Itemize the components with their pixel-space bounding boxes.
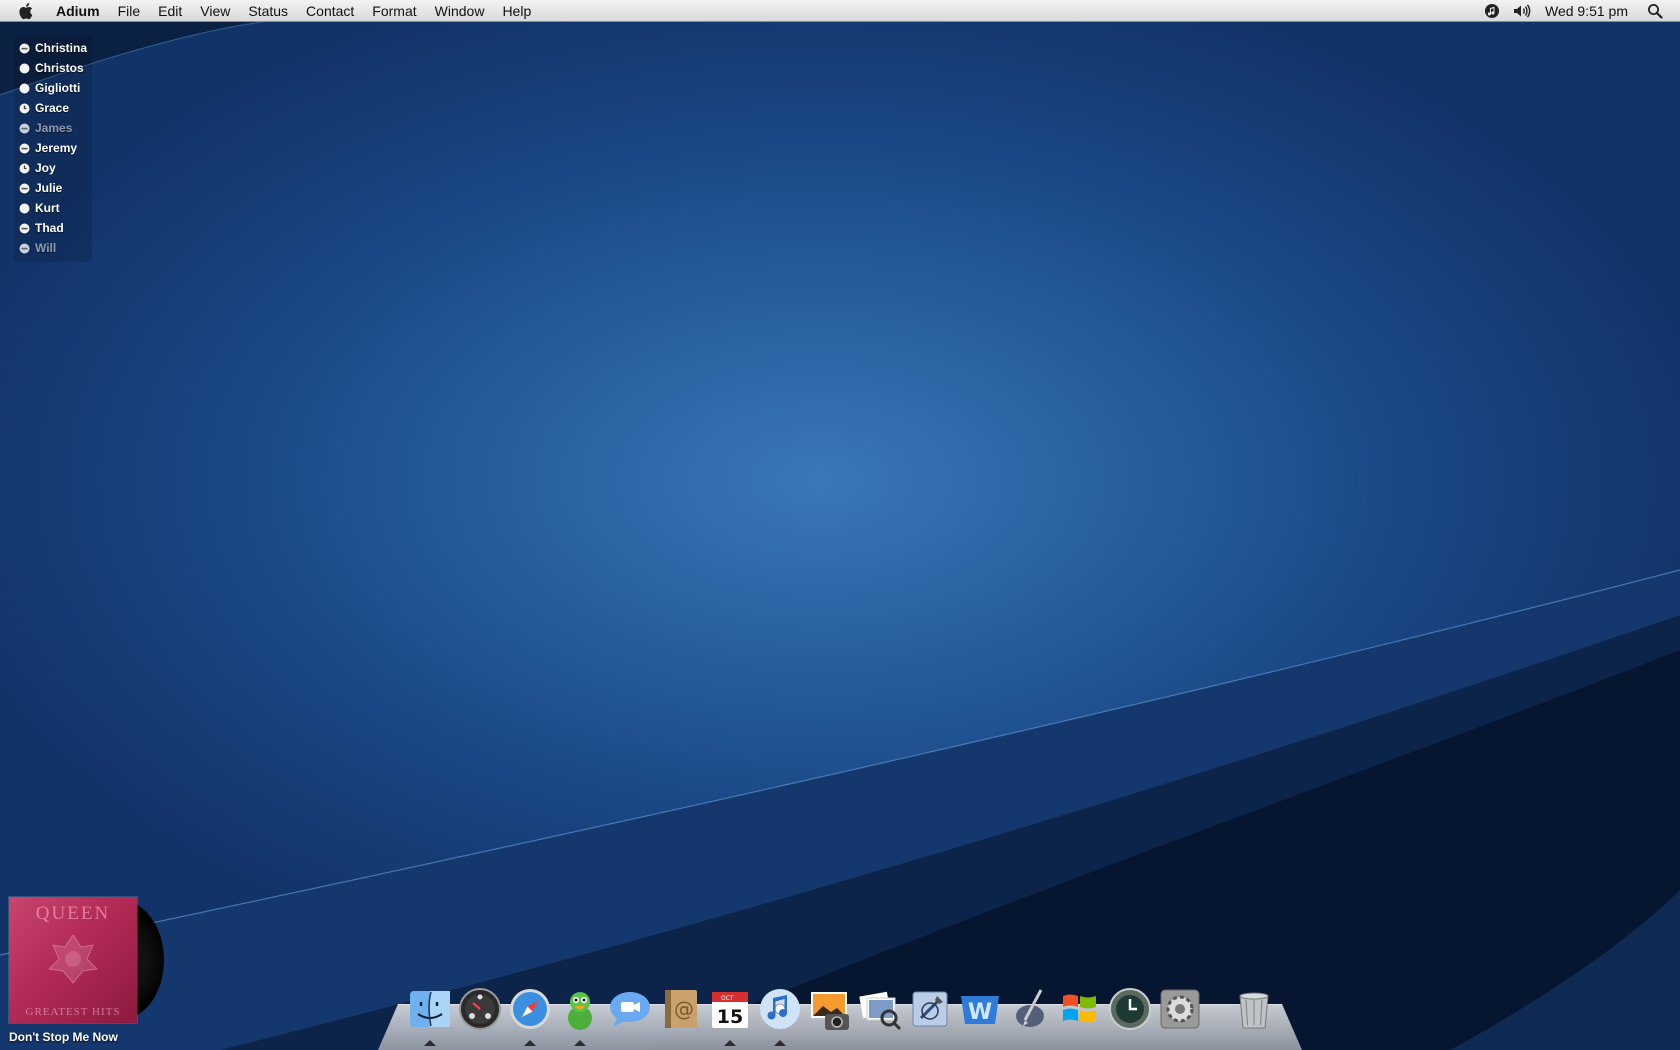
dashboard-icon[interactable] (457, 986, 503, 1032)
contact-gigliotti[interactable]: Gigliotti (14, 78, 92, 98)
contact-name: Christos (35, 61, 84, 75)
available-status-icon (18, 82, 30, 94)
itunes-running-indicator (774, 1040, 786, 1046)
menu-edit[interactable]: Edit (149, 0, 191, 22)
time-machine-icon[interactable] (1107, 986, 1153, 1032)
menu-clock[interactable]: Wed 9:51 pm (1537, 3, 1640, 19)
contact-name: Jeremy (35, 141, 78, 155)
menu-help[interactable]: Help (493, 0, 540, 22)
ical-icon[interactable]: OCT 15 (707, 986, 753, 1032)
ical-month: OCT (721, 995, 734, 1002)
contact-will[interactable]: Will (14, 238, 92, 258)
windows-icon[interactable] (1057, 986, 1103, 1032)
menu-extras: Wed 9:51 pm (1477, 0, 1680, 22)
itunes-status-icon[interactable] (1481, 0, 1503, 22)
album-artwork[interactable]: QUEEN GREATEST HITS (9, 897, 137, 1023)
svg-text:@: @ (674, 997, 694, 1021)
contact-name: Thad (35, 221, 64, 235)
contact-julie[interactable]: Julie (14, 178, 92, 198)
queen-crest-icon (47, 934, 99, 984)
contact-name: Gigliotti (35, 81, 81, 95)
contact-name: Joy (35, 161, 56, 175)
menu-contact[interactable]: Contact (297, 0, 363, 22)
away-status-icon (18, 42, 30, 54)
word-icon[interactable]: W (957, 986, 1003, 1032)
album-subtitle-text: GREATEST HITS (25, 1006, 121, 1018)
menu-file[interactable]: File (109, 0, 150, 22)
contact-name: Christina (35, 41, 88, 55)
adium-duck-icon[interactable] (557, 986, 603, 1032)
iphoto-icon[interactable] (807, 986, 853, 1032)
spotlight-search-icon[interactable] (1644, 0, 1666, 22)
away-status-icon (18, 222, 30, 234)
trash-icon[interactable] (1231, 986, 1277, 1032)
contact-jeremy[interactable]: Jeremy (14, 138, 92, 158)
contact-grace[interactable]: Grace (14, 98, 92, 118)
volume-icon[interactable] (1511, 0, 1533, 22)
menu-view[interactable]: View (191, 0, 239, 22)
idle-clock-status-icon (18, 162, 30, 174)
contact-name: Will (35, 241, 57, 255)
ichat-icon[interactable] (607, 986, 653, 1032)
contact-name: Kurt (35, 201, 60, 215)
adium-running-indicator (574, 1040, 586, 1046)
svg-text:W: W (968, 1000, 992, 1025)
system-preferences-icon[interactable] (1157, 986, 1203, 1032)
contact-name: James (35, 121, 73, 135)
menu-status[interactable]: Status (239, 0, 297, 22)
adium-contact-list: Christina Christos Gigliotti Grace James… (14, 36, 92, 262)
away-status-icon (18, 122, 30, 134)
away-status-icon (18, 242, 30, 254)
contact-joy[interactable]: Joy (14, 158, 92, 178)
preview-icon[interactable] (857, 986, 903, 1032)
idle-clock-status-icon (18, 102, 30, 114)
address-book-icon[interactable]: @ (657, 986, 703, 1032)
ical-running-indicator (724, 1040, 736, 1046)
available-status-icon (18, 62, 30, 74)
script-editor-icon[interactable] (1007, 986, 1053, 1032)
album-artist-text: QUEEN (35, 903, 111, 924)
ical-date: 15 (717, 1006, 743, 1028)
itunes-icon[interactable] (757, 986, 803, 1032)
contact-christos[interactable]: Christos (14, 58, 92, 78)
menu-window[interactable]: Window (426, 0, 494, 22)
desktop-wallpaper (0, 0, 1680, 1050)
contact-christina[interactable]: Christina (14, 38, 92, 58)
finder-icon[interactable] (407, 986, 453, 1032)
contact-james[interactable]: James (14, 118, 92, 138)
now-playing-track: Don't Stop Me Now (9, 1030, 118, 1044)
away-status-icon (18, 182, 30, 194)
safari-running-indicator (524, 1040, 536, 1046)
contact-name: Grace (35, 101, 70, 115)
menu-bar: Adium File Edit View Status Contact Form… (0, 0, 1680, 22)
finder-running-indicator (424, 1040, 436, 1046)
contact-name: Julie (35, 181, 63, 195)
apple-icon[interactable] (16, 0, 38, 22)
safari-icon[interactable] (507, 986, 553, 1032)
available-status-icon (18, 202, 30, 214)
contact-thad[interactable]: Thad (14, 218, 92, 238)
xcode-icon[interactable] (907, 986, 953, 1032)
away-status-icon (18, 142, 30, 154)
menu-format[interactable]: Format (363, 0, 425, 22)
wallpaper-curves (0, 19, 1680, 1050)
menu-app-name[interactable]: Adium (52, 0, 109, 22)
contact-kurt[interactable]: Kurt (14, 198, 92, 218)
